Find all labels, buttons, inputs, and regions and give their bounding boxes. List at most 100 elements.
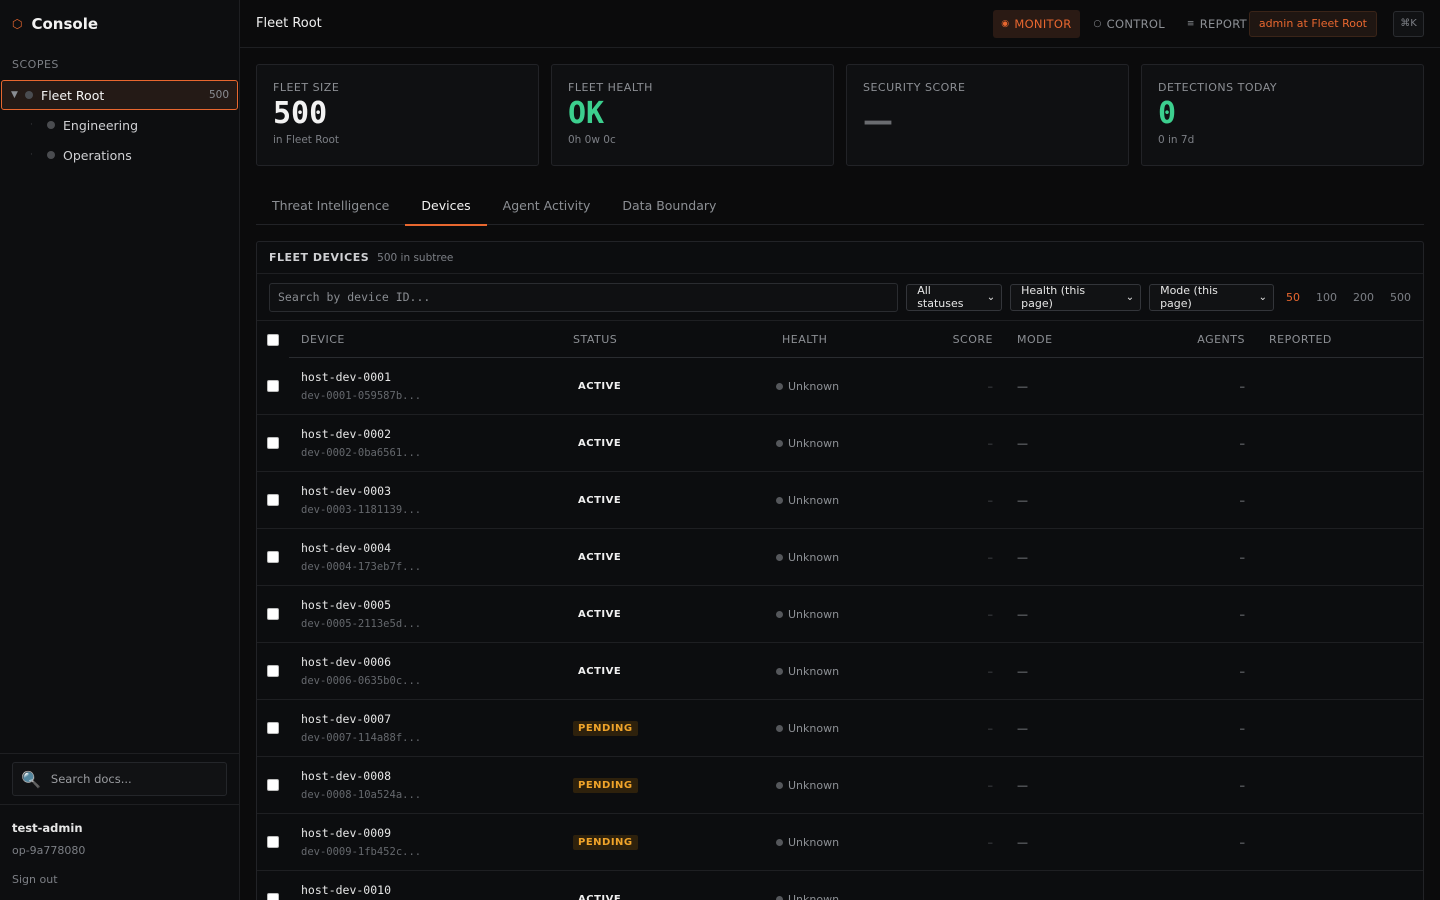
column-health[interactable]: HEALTH [782, 333, 827, 346]
tab-agent-activity[interactable]: Agent Activity [487, 186, 607, 225]
device-name[interactable]: host-dev-0005 [301, 598, 391, 612]
user-name: test-admin [12, 821, 83, 835]
health-label: Unknown [788, 379, 840, 393]
table-row[interactable]: host-dev-0001 dev-0001-059587b... ACTIVE Un… [257, 358, 1423, 415]
row-checkbox[interactable] [267, 608, 279, 620]
card-subtext: 0h 0w 0c [568, 134, 616, 146]
page-size-500[interactable]: 500 [1390, 291, 1411, 304]
score-cell: – [987, 778, 994, 792]
devices-toolbar: All statuses ⌄ Health (this page) ⌄ Mode… [257, 274, 1423, 321]
command-palette-button[interactable]: ⌘K [1393, 10, 1424, 37]
health-cell: Unknown [776, 608, 839, 621]
row-checkbox[interactable] [267, 437, 279, 449]
row-checkbox[interactable] [267, 380, 279, 392]
caret-down-icon[interactable]: ▼ [11, 90, 25, 100]
row-checkbox[interactable] [267, 893, 279, 900]
tab-data-boundary[interactable]: Data Boundary [606, 186, 732, 225]
sign-out-link[interactable]: Sign out [12, 873, 85, 886]
role-badge[interactable]: admin at Fleet Root [1248, 10, 1377, 37]
health-cell: Unknown [776, 779, 839, 792]
device-table-body: host-dev-0001 dev-0001-059587b... ACTIVE Un… [257, 358, 1423, 900]
device-name[interactable]: host-dev-0002 [301, 427, 391, 441]
doc-search-input[interactable]: 🔍 Search docs... [12, 762, 227, 796]
tab-threat-intelligence[interactable]: Threat Intelligence [256, 186, 405, 225]
row-checkbox[interactable] [267, 494, 279, 506]
column-status[interactable]: STATUS [573, 333, 617, 346]
device-name[interactable]: host-dev-0009 [301, 826, 391, 840]
mode-switcher: ◉ MONITOR ○ CONTROL ≡ REPORT [993, 9, 1255, 38]
section-tabs: Threat Intelligence Devices Agent Activi… [256, 186, 1424, 226]
tree-branch-icon: · [30, 120, 33, 130]
mode-tab-label: MONITOR [1014, 16, 1072, 31]
health-dot-icon [776, 382, 783, 390]
health-dot-icon [776, 439, 783, 447]
column-device[interactable]: DEVICE [301, 333, 345, 346]
column-mode[interactable]: MODE [1017, 333, 1053, 346]
row-checkbox[interactable] [267, 665, 279, 677]
row-checkbox[interactable] [267, 722, 279, 734]
column-agents[interactable]: AGENTS [1197, 333, 1245, 346]
top-header: Fleet Root ◉ MONITOR ○ CONTROL ≡ REPORT … [240, 0, 1440, 48]
select-all-checkbox[interactable] [267, 333, 279, 346]
scope-item-operations[interactable]: · Operations [0, 140, 239, 170]
mode-cell: — [1017, 550, 1028, 564]
table-row[interactable]: host-dev-0005 dev-0005-2113e5d... ACTIVE Un… [257, 586, 1423, 643]
table-row[interactable]: host-dev-0008 dev-0008-10a524a... PENDING U… [257, 757, 1423, 814]
row-checkbox[interactable] [267, 836, 279, 848]
row-checkbox[interactable] [267, 779, 279, 791]
device-name[interactable]: host-dev-0001 [301, 370, 391, 384]
table-header: DEVICE STATUS HEALTH SCORE MODE AGENTS R… [257, 321, 1423, 358]
health-dot-icon [776, 724, 783, 732]
mode-tab-monitor[interactable]: ◉ MONITOR [993, 9, 1080, 38]
device-name[interactable]: host-dev-0003 [301, 484, 391, 498]
device-search-input[interactable] [269, 282, 899, 312]
table-row[interactable]: host-dev-0009 dev-0009-1fb452c... PENDING U… [257, 814, 1423, 871]
card-label: DETECTIONS TODAY [1158, 81, 1278, 94]
table-row[interactable]: host-dev-0006 dev-0006-0635b0c... ACTIVE Un… [257, 643, 1423, 700]
scope-item-fleet-root[interactable]: ▼ Fleet Root 500 [1, 80, 238, 110]
device-name[interactable]: host-dev-0006 [301, 655, 391, 669]
device-name[interactable]: host-dev-0007 [301, 712, 391, 726]
table-row[interactable]: host-dev-0004 dev-0004-173eb7f... ACTIVE Un… [257, 529, 1423, 586]
tab-devices[interactable]: Devices [405, 186, 487, 226]
card-detections-today: DETECTIONS TODAY 0 0 in 7d [1141, 64, 1424, 166]
device-name[interactable]: host-dev-0004 [301, 541, 391, 555]
health-label: Unknown [788, 835, 840, 849]
device-name[interactable]: host-dev-0008 [301, 769, 391, 783]
health-dot-icon [776, 667, 783, 675]
mode-tab-control[interactable]: ○ CONTROL [1086, 10, 1173, 38]
score-cell: – [987, 493, 994, 507]
scope-dot-icon [47, 151, 55, 159]
card-value: 500 [273, 96, 328, 131]
health-label: Unknown [788, 778, 840, 792]
mode-cell: — [1017, 778, 1028, 792]
column-reported[interactable]: REPORTED [1269, 333, 1332, 346]
brand[interactable]: ⬡ Console [0, 0, 239, 48]
mode-tab-report[interactable]: ≡ REPORT [1179, 10, 1255, 38]
device-name[interactable]: host-dev-0010 [301, 883, 391, 897]
column-score[interactable]: SCORE [953, 333, 993, 346]
health-cell: Unknown [776, 722, 839, 735]
health-dot-icon [776, 553, 783, 561]
page-size-200[interactable]: 200 [1353, 291, 1374, 304]
row-checkbox[interactable] [267, 551, 279, 563]
agents-cell: – [1239, 550, 1246, 564]
table-row[interactable]: host-dev-0003 dev-0003-1181139... ACTIVE Un… [257, 472, 1423, 529]
status-filter-select[interactable]: All statuses ⌄ [906, 283, 1003, 311]
agents-cell: – [1239, 664, 1246, 678]
devices-panel: FLEET DEVICES 500 in subtree All statuse… [256, 241, 1424, 900]
card-label: SECURITY SCORE [863, 81, 966, 94]
table-row[interactable]: host-dev-0007 dev-0007-114a88f... PENDING U… [257, 700, 1423, 757]
health-cell: Unknown [776, 665, 839, 678]
health-label: Unknown [788, 550, 840, 564]
scope-item-engineering[interactable]: · Engineering [0, 110, 239, 140]
card-subtext: 0 in 7d [1158, 134, 1195, 146]
status-badge: ACTIVE [578, 551, 622, 563]
health-filter-select[interactable]: Health (this page) ⌄ [1010, 283, 1142, 311]
page-size-50[interactable]: 50 [1286, 291, 1300, 304]
mode-filter-select[interactable]: Mode (this page) ⌄ [1149, 283, 1274, 311]
table-row[interactable]: host-dev-0002 dev-0002-0ba6561... ACTIVE Un… [257, 415, 1423, 472]
page-size-100[interactable]: 100 [1316, 291, 1337, 304]
table-row[interactable]: host-dev-0010 ACTIVE Unknown [257, 871, 1423, 900]
health-label: Unknown [788, 721, 840, 735]
